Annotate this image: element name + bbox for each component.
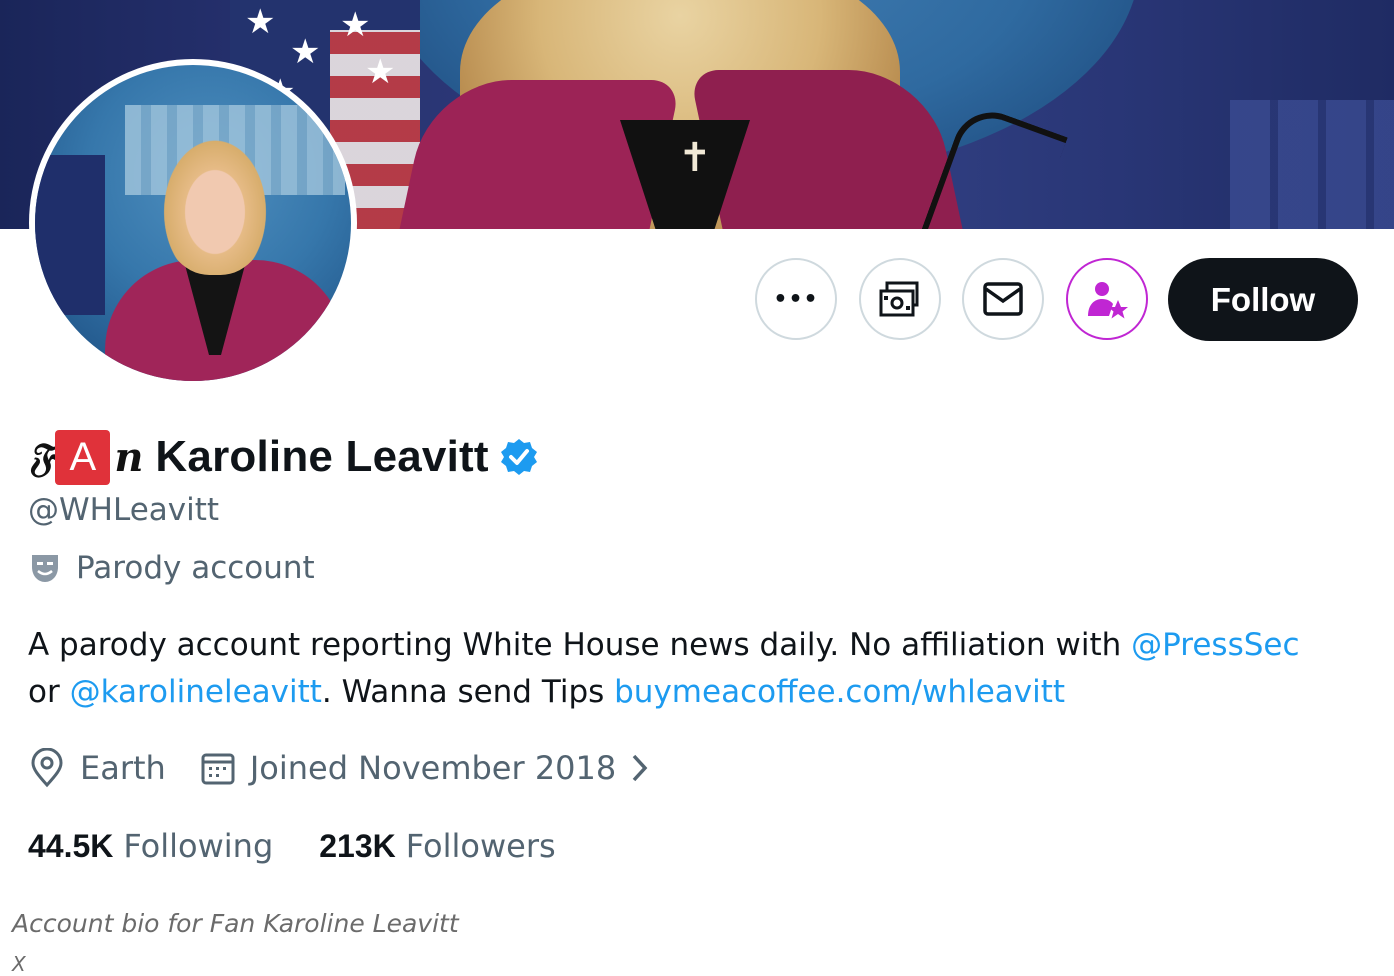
money-icon bbox=[879, 281, 919, 317]
joined-text: Joined November 2018 bbox=[249, 749, 617, 787]
image-caption: Account bio for Fan Karoline Leavitt bbox=[12, 909, 459, 938]
profile-stats: 44.5K Following 213K Followers bbox=[28, 827, 556, 865]
mention-karolineleavitt-link[interactable]: @karolineleavitt bbox=[70, 674, 322, 710]
subscribe-button[interactable] bbox=[1066, 258, 1148, 340]
joined-item[interactable]: Joined November 2018 bbox=[200, 749, 652, 787]
chevron-right-icon bbox=[632, 754, 648, 782]
parody-label-text: Parody account bbox=[76, 550, 315, 586]
buymeacoffee-link[interactable]: buymeacoffee.com/whleavitt bbox=[614, 674, 1065, 710]
envelope-icon bbox=[983, 282, 1023, 316]
more-icon: ••• bbox=[773, 286, 819, 312]
subscribe-icon bbox=[1088, 282, 1128, 319]
bio-text: A parody account reporting White House n… bbox=[28, 627, 1132, 663]
tip-button[interactable] bbox=[859, 258, 941, 340]
avatar-face bbox=[160, 135, 270, 275]
star-icon: ★ bbox=[340, 5, 371, 45]
profile-meta: Earth Joined November 2018 bbox=[28, 748, 652, 788]
bio-text: or bbox=[28, 674, 70, 710]
star-icon: ★ bbox=[290, 32, 321, 72]
banner-wall-panel bbox=[1230, 100, 1394, 229]
name-prefix-n: n bbox=[114, 433, 144, 481]
name-prefix-a-badge: A bbox=[55, 429, 111, 485]
avatar-photo bbox=[35, 65, 351, 381]
theater-mask-icon bbox=[32, 555, 58, 582]
location-pin-icon bbox=[31, 748, 63, 788]
follow-button[interactable]: Follow bbox=[1168, 258, 1358, 341]
more-options-button[interactable]: ••• bbox=[755, 258, 837, 340]
name-prefix-f: 𝔉 bbox=[28, 433, 54, 481]
followers-link[interactable]: 213K Followers bbox=[319, 827, 555, 865]
followers-label: Followers bbox=[405, 827, 556, 865]
mention-presssec-link[interactable]: @PressSec bbox=[1131, 627, 1299, 663]
message-button[interactable] bbox=[962, 258, 1044, 340]
followers-count: 213K bbox=[319, 827, 396, 864]
parody-label: Parody account bbox=[28, 550, 315, 586]
profile-name-row: 𝔉 A n Karoline Leavitt bbox=[28, 427, 539, 487]
profile-bio: A parody account reporting White House n… bbox=[28, 622, 1368, 716]
display-name: Karoline Leavitt bbox=[155, 432, 489, 481]
avatar[interactable] bbox=[29, 59, 357, 387]
calendar-icon bbox=[201, 753, 235, 785]
cross-necklace-icon: ✝ bbox=[678, 135, 712, 181]
following-count: 44.5K bbox=[28, 827, 114, 864]
bio-text: . Wanna send Tips bbox=[321, 674, 615, 710]
avatar-flag bbox=[35, 155, 105, 315]
following-label: Following bbox=[123, 827, 274, 865]
profile-handle: @WHLeavitt bbox=[28, 492, 220, 528]
location-item: Earth bbox=[28, 748, 166, 788]
location-text: Earth bbox=[80, 749, 166, 787]
verified-badge-icon[interactable] bbox=[499, 437, 539, 477]
star-icon: ★ bbox=[245, 2, 276, 42]
following-link[interactable]: 44.5K Following bbox=[28, 827, 273, 865]
star-icon: ★ bbox=[365, 52, 396, 92]
image-source: X bbox=[12, 952, 26, 976]
